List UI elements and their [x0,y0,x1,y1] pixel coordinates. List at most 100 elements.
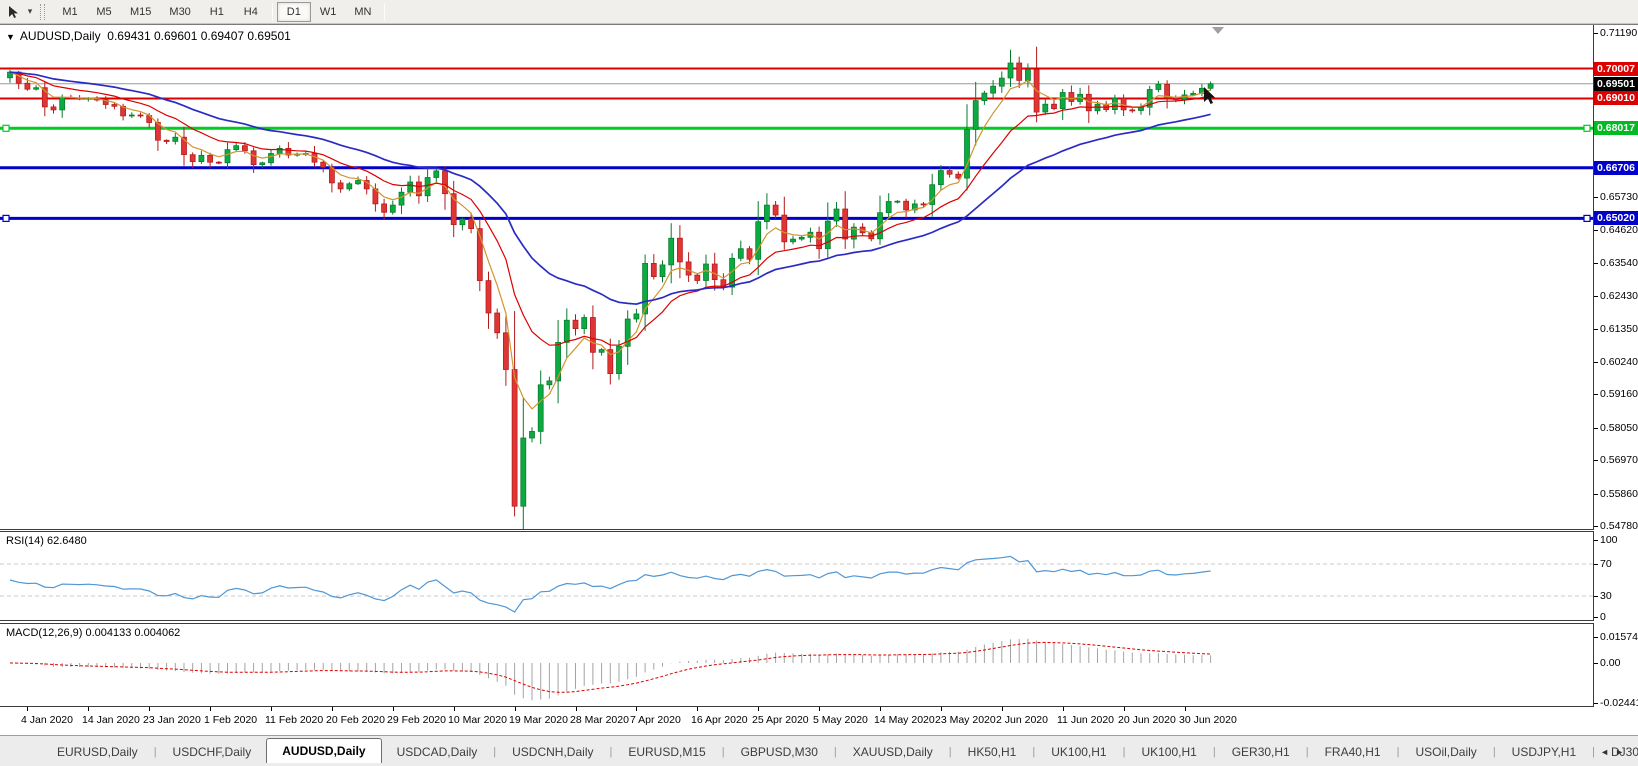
axis-tick-mark [1594,460,1598,461]
tab-uk100-h1[interactable]: UK100,H1 [1036,741,1121,763]
macd-indicator-name: MACD(12,26,9) [6,627,83,639]
date-tick-mark [271,707,272,711]
time-axis[interactable]: 4 Jan 2020 14 Jan 2020 23 Jan 2020 1 Feb 20… [0,707,1594,735]
tab-uk100-h1[interactable]: UK100,H1 [1126,741,1211,763]
price-tick-label: 0.64620 [1600,224,1638,237]
axis-tick-mark [1594,329,1598,330]
tab-scroll-left-icon[interactable]: ◄ [1600,747,1615,757]
timeframe-button-mn[interactable]: MN [345,2,380,22]
rsi-label: RSI(14) 62.6480 [6,535,87,547]
price-badge-0.66706: 0.66706 [1594,161,1638,175]
chart-window: ▼ AUDUSD,Daily 0.69431 0.69601 0.69407 0.… [0,24,1638,735]
chart-ohlc-values: 0.69431 0.69601 0.69407 0.69501 [107,29,291,43]
date-tick-mark [393,707,394,711]
price-badge-0.65020: 0.65020 [1594,211,1638,225]
tab-xauusd-daily[interactable]: XAUUSD,Daily [838,741,948,763]
tab-usoil-daily[interactable]: USOil,Daily [1400,741,1491,763]
tab-usdchf-daily[interactable]: USDCHF,Daily [158,741,267,763]
periods-toolbar: ▾ M1 M5 M15 M30 H1 H4 D1 W1 MN [0,0,1638,24]
rsi-tick-label: 100 [1600,534,1618,546]
date-label: 7 Apr 2020 [630,714,681,726]
date-label: 14 Jan 2020 [82,714,140,726]
chart-tabs: EURUSD,Daily | USDCHF,Daily AUDUSD,Daily USD… [42,738,1638,763]
axis-tick-mark [1594,428,1598,429]
date-tick-mark [515,707,516,711]
tab-eurusd-m15[interactable]: EURUSD,M15 [613,741,720,763]
rsi-tick-label: 70 [1600,558,1612,570]
axis-tick-mark [1594,526,1598,527]
timeframe-button-d1[interactable]: D1 [276,1,311,22]
date-tick-mark [636,707,637,711]
tab-scroll-arrows: ◄► [1600,747,1630,757]
date-label: 16 Apr 2020 [691,714,748,726]
macd-panel[interactable]: MACD(12,26,9) 0.004133 0.004062 [0,623,1594,707]
date-label: 11 Jun 2020 [1057,714,1115,726]
toolbar-dropdown-caret-icon[interactable]: ▾ [24,6,36,17]
price-tick-label: 0.59160 [1600,388,1638,401]
date-label: 20 Feb 2020 [326,714,385,726]
date-label: 29 Feb 2020 [387,714,446,726]
date-label: 23 May 2020 [935,714,996,726]
price-tick-label: 0.54780 [1600,520,1638,532]
price-tick-label: 0.63540 [1600,256,1638,269]
timeframe-button-m5[interactable]: M5 [87,2,121,22]
date-tick-mark [941,707,942,711]
axis-tick-mark [1594,703,1598,704]
timeframe-button-m15[interactable]: M15 [121,2,160,22]
tab-gbpusd-m30[interactable]: GBPUSD,M30 [726,741,833,763]
tab-usdcad-daily[interactable]: USDCAD,Daily [382,741,493,763]
axis-tick-mark [1594,394,1598,395]
rsi-panel[interactable]: RSI(14) 62.6480 [0,531,1594,621]
date-label: 23 Jan 2020 [143,714,201,726]
macd-current-values: 0.004133 0.004062 [85,627,181,639]
tab-scroll-right-icon[interactable]: ► [1615,747,1630,757]
timeframe-button-m30[interactable]: M30 [160,2,199,22]
date-label: 4 Jan 2020 [21,714,73,726]
date-label: 19 Mar 2020 [509,714,568,726]
hline-handle-0.68017[interactable] [1583,124,1591,132]
date-tick-mark [88,707,89,711]
price-tick-label: 0.55860 [1600,487,1638,500]
macd-tick-label: 0.015741 [1600,631,1638,644]
tab-eurusd-daily[interactable]: EURUSD,Daily [42,741,153,763]
toolbar-separator [271,2,273,21]
price-badge-0.70007: 0.70007 [1594,62,1638,76]
date-tick-mark [210,707,211,711]
timeframe-button-w1[interactable]: W1 [311,2,346,22]
price-badge-0.69010: 0.69010 [1594,91,1638,105]
axis-tick-mark [1594,617,1598,618]
candlestick-series [7,46,1214,529]
tab-audusd-daily[interactable]: AUDUSD,Daily [266,738,382,763]
timeframe-button-h1[interactable]: H1 [200,2,234,22]
tab-fra40-h1[interactable]: FRA40,H1 [1310,741,1396,763]
hline-handle-0.65020[interactable] [1583,214,1591,222]
tab-usdcnh-daily[interactable]: USDCNH,Daily [497,741,608,763]
macd-tick-label: -0.024412 [1600,697,1638,709]
price-tick-label: 0.61350 [1600,322,1638,335]
axis-tick-mark [1594,637,1598,638]
timeframe-button-m1[interactable]: M1 [53,2,87,22]
tab-hk50-h1[interactable]: HK50,H1 [953,741,1032,763]
chart-title: ▼ AUDUSD,Daily 0.69431 0.69601 0.69407 0.… [6,29,291,43]
price-tick-label: 0.65730 [1600,191,1638,204]
rsi-current-value: 62.6480 [46,535,87,547]
timeframe-button-group: M1 M5 M15 M30 H1 H4 D1 W1 MN [53,1,389,22]
price-tick-label: 0.71190 [1600,27,1638,39]
main-price-panel[interactable]: ▼ AUDUSD,Daily 0.69431 0.69601 0.69407 0.… [0,25,1594,530]
hline-handle-0.65020[interactable] [2,214,10,222]
macd-tick-label: 0.00 [1600,657,1621,669]
hline-handle-0.68017[interactable] [2,124,10,132]
date-tick-mark [332,707,333,711]
tab-ger30-h1[interactable]: GER30,H1 [1217,741,1305,763]
date-tick-mark [697,707,698,711]
date-label: 5 May 2020 [813,714,868,726]
pointer-tool-icon[interactable] [4,3,24,21]
toolbar-grip-handle[interactable] [40,3,45,20]
axis-tick-mark [1594,564,1598,565]
timeframe-button-h4[interactable]: H4 [234,2,268,22]
date-tick-mark [576,707,577,711]
chart-menu-caret-icon[interactable]: ▼ [6,32,15,42]
axis-tick-mark [1594,263,1598,264]
tab-usdjpy-h1[interactable]: USDJPY,H1 [1497,741,1591,763]
chart-shift-marker-icon[interactable] [1212,27,1224,34]
